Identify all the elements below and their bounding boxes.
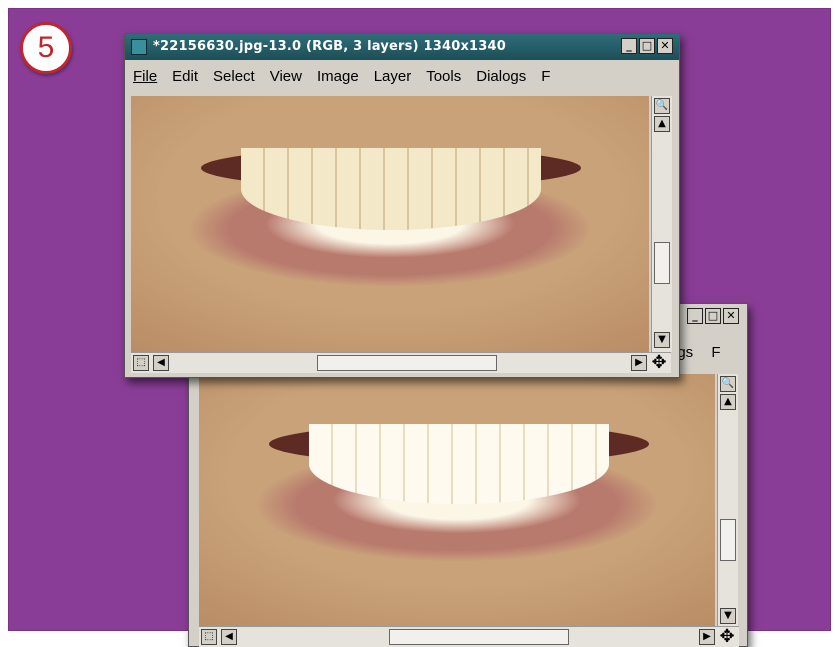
teeth-yellowish [241,148,541,230]
image-canvas-before[interactable] [131,96,649,352]
scroll-up-icon[interactable]: ▲ [720,394,736,410]
vertical-scroll-thumb[interactable] [654,242,670,284]
back-title-buttons: _ □ ✕ [687,308,739,324]
scroll-left-icon[interactable]: ◀ [153,355,169,371]
scroll-down-icon[interactable]: ▼ [654,332,670,348]
quick-mask-icon[interactable]: ⬚ [133,355,149,371]
title-bar[interactable]: *22156630.jpg-13.0 (RGB, 3 layers) 1340x… [125,34,679,60]
navigate-icon[interactable]: ✥ [649,353,669,373]
close-button[interactable]: ✕ [657,38,673,54]
image-canvas-after[interactable] [199,374,715,626]
menu-view[interactable]: View [262,68,309,85]
menu-tools[interactable]: Tools [418,68,468,85]
menu-image[interactable]: Image [309,68,366,85]
navigate-icon[interactable]: ✥ [717,627,737,647]
window-icon [131,39,147,55]
minimize-button[interactable]: _ [687,308,703,324]
scroll-left-icon[interactable]: ◀ [221,629,237,645]
menu-select[interactable]: Select [205,68,262,85]
quick-mask-icon[interactable]: ⬚ [201,629,217,645]
step-number-badge: 5 [20,22,72,74]
maximize-button[interactable]: □ [705,308,721,324]
menu-f-partial[interactable]: F [711,344,720,361]
scroll-right-icon[interactable]: ▶ [699,629,715,645]
menu-f-partial[interactable]: F [533,68,557,85]
menu-dialogs[interactable]: Dialogs [468,68,533,85]
vertical-scrollbar[interactable]: 🔍 ▲ ▼ [651,96,672,352]
minimize-button[interactable]: _ [621,38,637,54]
menu-layer[interactable]: Layer [366,68,419,85]
zoom-icon[interactable]: 🔍 [654,98,670,114]
vertical-scrollbar[interactable]: 🔍 ▲ ▼ [717,374,738,626]
close-button[interactable]: ✕ [723,308,739,324]
window-title: *22156630.jpg-13.0 (RGB, 3 layers) 1340x… [153,39,507,54]
title-buttons: _ □ ✕ [621,38,673,54]
zoom-icon[interactable]: 🔍 [720,376,736,392]
horizontal-scroll-thumb[interactable] [389,629,569,645]
scroll-right-icon[interactable]: ▶ [631,355,647,371]
horizontal-scrollbar[interactable]: ⬚ ◀ ▶ ✥ [199,626,739,647]
image-window-before: *22156630.jpg-13.0 (RGB, 3 layers) 1340x… [124,33,680,378]
menu-file[interactable]: File [125,68,164,85]
menubar: File Edit Select View Image Layer Tools … [125,60,679,92]
teeth-white [309,424,609,504]
menu-edit[interactable]: Edit [164,68,205,85]
horizontal-scrollbar[interactable]: ⬚ ◀ ▶ ✥ [131,352,671,373]
scroll-up-icon[interactable]: ▲ [654,116,670,132]
horizontal-scroll-thumb[interactable] [317,355,497,371]
scroll-down-icon[interactable]: ▼ [720,608,736,624]
maximize-button[interactable]: □ [639,38,655,54]
vertical-scroll-thumb[interactable] [720,519,736,561]
